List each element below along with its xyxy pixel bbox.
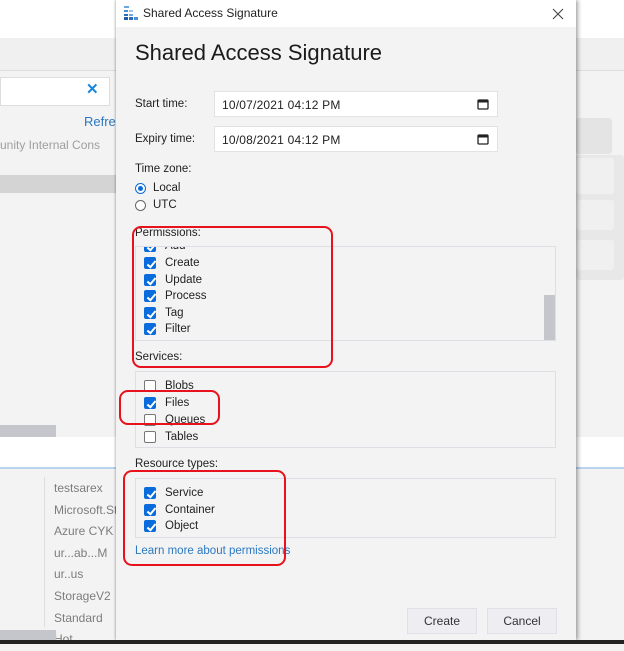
background-property-value: testsarex	[54, 481, 103, 495]
background-tile	[576, 240, 614, 270]
checkbox-label: Service	[165, 487, 204, 499]
background-property-value: StorageV2	[54, 588, 111, 603]
checkbox-checked-icon[interactable]	[144, 520, 156, 532]
background-scrollbar-bottom[interactable]	[0, 630, 56, 640]
resource-types-list: Service Container Object	[135, 478, 556, 538]
background-property-value: Microsoft.St	[54, 502, 118, 517]
service-blobs-checkbox[interactable]: Blobs	[144, 378, 194, 394]
checkbox-checked-icon[interactable]	[144, 504, 156, 516]
start-time-value: 10/07/2021 04:12 PM	[222, 98, 341, 112]
time-zone-local-radio[interactable]: Local	[135, 182, 181, 194]
background-tile	[576, 118, 612, 154]
start-time-input[interactable]: 10/07/2021 04:12 PM	[214, 91, 498, 117]
background-tile	[576, 158, 614, 194]
permission-update-checkbox[interactable]: Update	[144, 272, 202, 288]
permission-create-checkbox[interactable]: Create	[144, 255, 200, 271]
resource-types-label: Resource types:	[135, 458, 219, 470]
dialog-titlebar[interactable]: Shared Access Signature	[116, 0, 576, 27]
resource-container-checkbox[interactable]: Container	[144, 502, 215, 518]
checkbox-checked-icon[interactable]	[144, 397, 156, 409]
checkbox-label: Blobs	[165, 380, 194, 392]
expiry-time-label: Expiry time:	[135, 133, 196, 145]
checkbox-unchecked-icon[interactable]	[144, 414, 156, 426]
background-property-value: ur...ab...M	[54, 545, 108, 560]
checkbox-label: Queues	[165, 414, 206, 426]
close-icon	[552, 8, 564, 19]
checkbox-checked-icon[interactable]	[144, 290, 156, 302]
background-subscription-text: unity Internal Cons	[0, 138, 101, 152]
background-scrollbar[interactable]	[0, 425, 56, 437]
service-queues-checkbox[interactable]: Queues	[144, 412, 205, 428]
checkbox-label: Add	[165, 246, 186, 252]
create-button[interactable]: Create	[407, 608, 477, 634]
sas-dialog: Shared Access Signature Shared Access Si…	[116, 0, 576, 640]
time-zone-label: Time zone:	[135, 163, 192, 175]
learn-more-permissions-link[interactable]: Learn more about permissions	[135, 545, 290, 557]
cancel-button[interactable]: Cancel	[487, 608, 557, 634]
checkbox-label: Update	[165, 274, 203, 286]
checkbox-checked-icon[interactable]	[144, 487, 156, 499]
expiry-time-input[interactable]: 10/08/2021 04:12 PM	[214, 126, 498, 152]
checkbox-checked-icon[interactable]	[144, 247, 156, 252]
services-label: Services:	[135, 351, 183, 363]
calendar-icon[interactable]	[477, 98, 489, 110]
calendar-icon[interactable]	[477, 133, 489, 145]
checkbox-label: Filter	[165, 323, 191, 335]
checkbox-label: Create	[165, 257, 200, 269]
checkbox-unchecked-icon[interactable]	[144, 380, 156, 392]
permission-filter-checkbox[interactable]: Filter	[144, 321, 191, 337]
checkbox-checked-icon[interactable]	[144, 307, 156, 319]
background-properties-list: testsarex Microsoft.St Azure CYK C ur...…	[54, 478, 125, 651]
permissions-scrollbar-thumb[interactable]	[544, 295, 555, 340]
clear-search-icon[interactable]: ✕	[86, 80, 99, 98]
checkbox-label: Object	[165, 520, 199, 532]
radio-label: Local	[153, 182, 181, 194]
checkbox-label: Tag	[165, 307, 184, 319]
close-button[interactable]	[540, 0, 576, 27]
time-zone-utc-radio[interactable]: UTC	[135, 199, 177, 211]
background-selected-row	[0, 175, 116, 193]
service-tables-checkbox[interactable]: Tables	[144, 429, 198, 445]
resource-service-checkbox[interactable]: Service	[144, 485, 203, 501]
radio-selected-icon[interactable]	[135, 182, 146, 194]
checkbox-unchecked-icon[interactable]	[144, 431, 156, 443]
storage-explorer-app-icon	[124, 6, 138, 20]
start-time-label: Start time:	[135, 98, 188, 110]
resource-object-checkbox[interactable]: Object	[144, 518, 198, 534]
background-divider	[44, 477, 45, 627]
permission-tag-checkbox[interactable]: Tag	[144, 305, 184, 321]
services-list: Blobs Files Queues Tables	[135, 371, 556, 448]
radio-unselected-icon[interactable]	[135, 199, 146, 211]
permissions-label: Permissions:	[135, 227, 201, 239]
checkbox-checked-icon[interactable]	[144, 257, 156, 269]
dialog-window-title: Shared Access Signature	[143, 6, 278, 20]
permission-process-checkbox[interactable]: Process	[144, 288, 207, 304]
permissions-list[interactable]: Add Create Update Process Tag Filter	[135, 246, 556, 341]
checkbox-label: Tables	[165, 431, 199, 443]
checkbox-label: Container	[165, 504, 215, 516]
background-property-value: Azure CYK C	[54, 524, 126, 539]
dialog-heading: Shared Access Signature	[135, 40, 383, 65]
checkbox-label: Process	[165, 290, 207, 302]
permission-add-checkbox[interactable]: Add	[144, 246, 186, 254]
service-files-checkbox[interactable]: Files	[144, 395, 189, 411]
background-property-value: Standard	[54, 610, 103, 625]
checkbox-checked-icon[interactable]	[144, 323, 156, 335]
checkbox-label: Files	[165, 397, 190, 409]
taskbar	[0, 640, 624, 644]
background-tile	[576, 200, 614, 230]
expiry-time-value: 10/08/2021 04:12 PM	[222, 133, 341, 147]
background-property-value: ur..us	[54, 567, 84, 582]
checkbox-checked-icon[interactable]	[144, 274, 156, 286]
radio-label: UTC	[153, 199, 177, 211]
